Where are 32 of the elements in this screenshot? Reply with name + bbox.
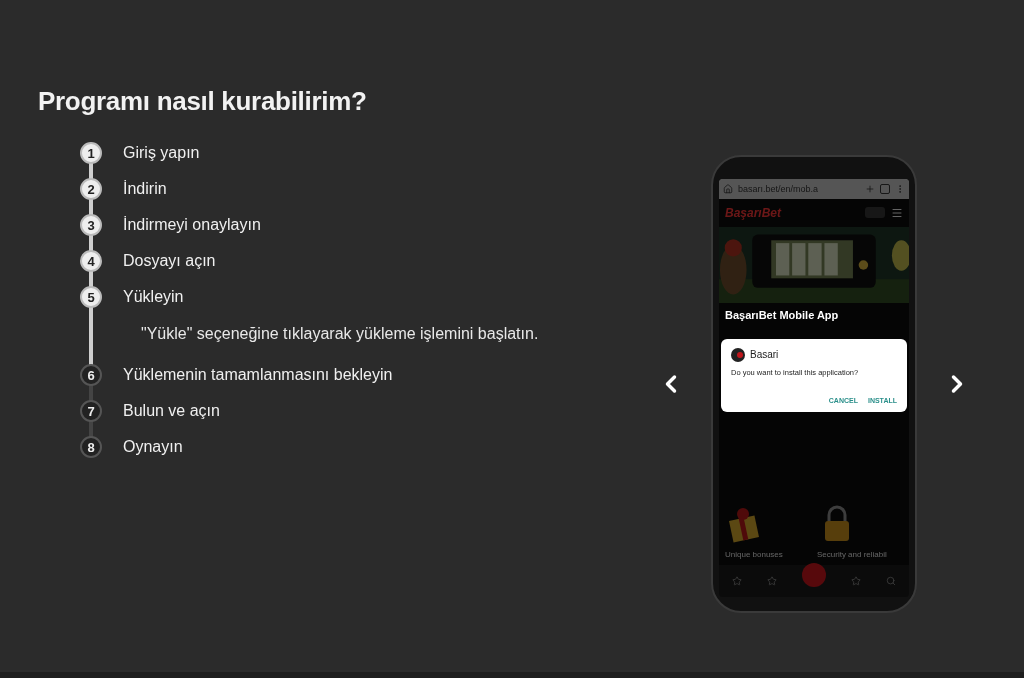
step-label[interactable]: Dosyayı açın bbox=[123, 252, 216, 270]
step-number: 6 bbox=[80, 364, 102, 386]
step-number: 1 bbox=[80, 142, 102, 164]
step-label[interactable]: Oynayın bbox=[123, 438, 183, 456]
step-label[interactable]: Giriş yapın bbox=[123, 144, 200, 162]
step-number: 2 bbox=[80, 178, 102, 200]
step-label[interactable]: Yüklemenin tamamlanmasını bekleyin bbox=[123, 366, 393, 384]
step-number: 7 bbox=[80, 400, 102, 422]
feature-title: Unique bonuses bbox=[725, 549, 784, 559]
star-icon[interactable] bbox=[851, 575, 862, 586]
step-label[interactable]: Bulun ve açın bbox=[123, 402, 220, 420]
star-icon[interactable] bbox=[766, 575, 777, 586]
app-icon bbox=[731, 347, 745, 362]
page-title: Programı nasıl kurabilirim? bbox=[38, 86, 368, 117]
bet-button[interactable] bbox=[801, 562, 826, 587]
home-icon[interactable] bbox=[723, 183, 733, 194]
app-heading: BaşarıBet Mobile App bbox=[724, 307, 840, 323]
step-label[interactable]: İndirmeyi onaylayın bbox=[123, 216, 261, 234]
step-description: "Yükle" seçeneğine tıklayarak yükleme işlemini başlatın. bbox=[140, 324, 540, 344]
step-label[interactable]: İndirin bbox=[123, 180, 167, 198]
menu-icon[interactable] bbox=[891, 206, 903, 219]
feature-title: Security and reliabil bbox=[817, 549, 888, 559]
step-number: 5 bbox=[80, 286, 102, 308]
step-number: 3 bbox=[80, 214, 102, 236]
step-label[interactable]: Yükleyin bbox=[123, 288, 184, 306]
tabs-icon[interactable] bbox=[880, 183, 890, 194]
step-number: 4 bbox=[80, 250, 102, 272]
step-number: 8 bbox=[80, 436, 102, 458]
plus-icon[interactable] bbox=[865, 183, 875, 194]
star-icon[interactable] bbox=[731, 575, 742, 586]
search-icon[interactable] bbox=[886, 575, 897, 586]
app-name: Basari bbox=[750, 349, 779, 360]
